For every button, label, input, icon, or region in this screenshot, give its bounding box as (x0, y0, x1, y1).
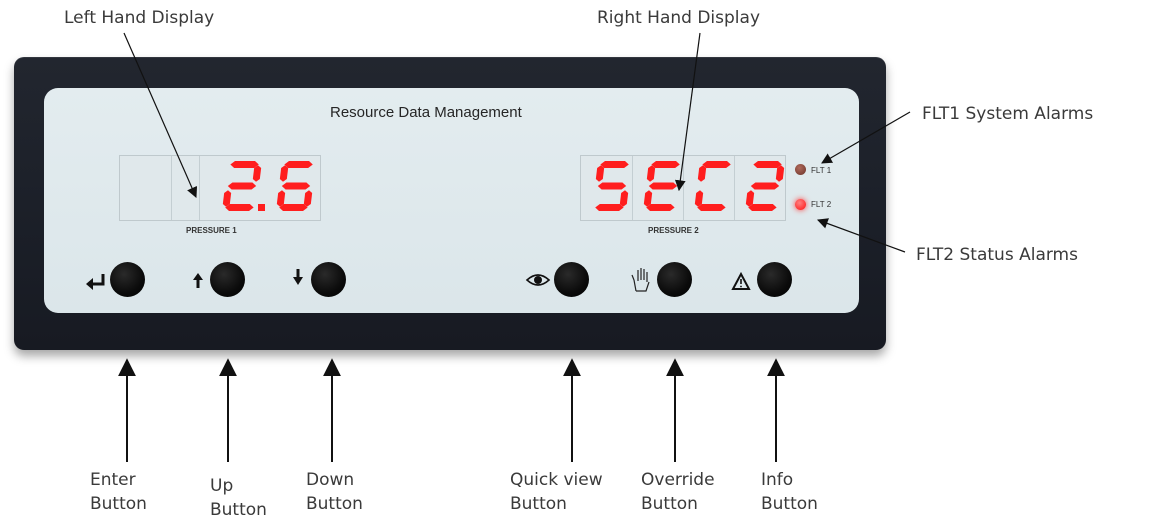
hand-icon (631, 268, 650, 292)
flt1-alarm-arrow (821, 111, 911, 164)
left-display-arrow (123, 32, 198, 198)
flt2-alarm-arrow (816, 218, 906, 253)
warning-triangle-icon (731, 271, 751, 290)
override-button-label: Override Button (641, 470, 715, 514)
right-display-value (595, 161, 785, 211)
left-display-value (222, 161, 313, 211)
up-button-label: Up Button (210, 476, 267, 520)
down-button-label: Down Button (306, 470, 363, 514)
down-arrow-icon (293, 269, 303, 285)
info-button-label: Info Button (761, 470, 818, 514)
up-arrow-icon (193, 273, 203, 288)
right-display-arrow (674, 32, 701, 192)
eye-icon (525, 274, 551, 286)
quick-view-button-label: Quick view Button (510, 470, 603, 514)
diagram-overlay (86, 32, 911, 462)
enter-arrow-icon (86, 274, 105, 290)
enter-button-label: Enter Button (90, 470, 147, 514)
